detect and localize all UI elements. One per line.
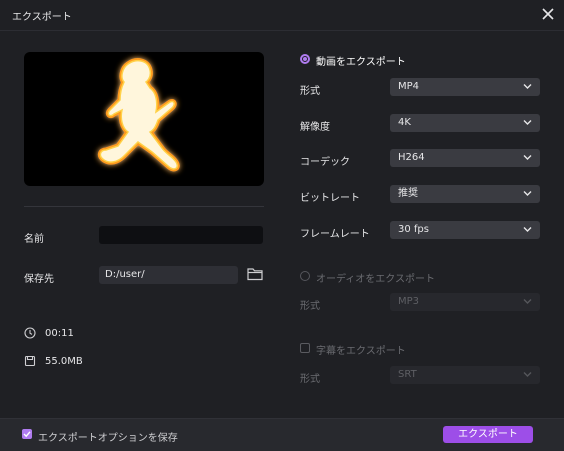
chevron-down-icon bbox=[523, 120, 532, 125]
name-label: 名前 bbox=[24, 234, 44, 245]
format-select[interactable]: MP4 bbox=[390, 78, 540, 96]
framerate-value: 30 fps bbox=[398, 224, 429, 235]
file-size-icon bbox=[24, 355, 36, 367]
close-icon[interactable] bbox=[540, 6, 556, 22]
bitrate-label: ビットレート bbox=[300, 193, 360, 204]
video-export-title[interactable]: 動画をエクスポート bbox=[316, 53, 406, 68]
audio-export-radio[interactable] bbox=[300, 271, 310, 281]
audio-export-title[interactable]: オーディオをエクスポート bbox=[316, 270, 435, 285]
preview-frame-image bbox=[97, 58, 180, 172]
format-label: 形式 bbox=[300, 86, 320, 97]
video-preview bbox=[24, 52, 264, 186]
codec-label: コーデック bbox=[300, 157, 350, 168]
subtitle-export-checkbox[interactable] bbox=[300, 343, 310, 353]
bitrate-value: 推奨 bbox=[398, 188, 418, 199]
codec-value: H264 bbox=[398, 152, 425, 163]
codec-select[interactable]: H264 bbox=[390, 149, 540, 167]
clock-icon bbox=[24, 327, 36, 339]
framerate-label: フレームレート bbox=[300, 229, 370, 240]
resolution-select[interactable]: 4K bbox=[390, 114, 540, 132]
resolution-label: 解像度 bbox=[300, 122, 330, 133]
subtitle-format-select[interactable]: SRT bbox=[390, 366, 540, 384]
chevron-down-icon bbox=[523, 299, 532, 304]
subtitle-format-value: SRT bbox=[398, 369, 417, 380]
chevron-down-icon bbox=[523, 155, 532, 160]
format-value: MP4 bbox=[398, 81, 420, 92]
subtitle-format-label: 形式 bbox=[300, 374, 320, 385]
window-title: エクスポート bbox=[12, 12, 72, 23]
bitrate-select[interactable]: 推奨 bbox=[390, 185, 540, 203]
save-options-checkbox[interactable] bbox=[22, 429, 32, 439]
save-location-label: 保存先 bbox=[24, 274, 54, 285]
resolution-value: 4K bbox=[398, 117, 411, 128]
audio-format-value: MP3 bbox=[398, 296, 420, 307]
audio-format-select[interactable]: MP3 bbox=[390, 293, 540, 311]
framerate-select[interactable]: 30 fps bbox=[390, 221, 540, 239]
check-icon bbox=[23, 431, 31, 438]
audio-format-label: 形式 bbox=[300, 301, 320, 312]
left-divider bbox=[24, 206, 264, 207]
file-size-text: 55.0MB bbox=[45, 356, 83, 367]
save-path-field[interactable]: D:/user/ bbox=[99, 266, 238, 284]
export-button[interactable]: エクスポート bbox=[443, 426, 533, 443]
save-options-label: エクスポートオプションを保存 bbox=[38, 433, 178, 444]
folder-icon[interactable] bbox=[247, 267, 263, 281]
chevron-down-icon bbox=[523, 191, 532, 196]
subtitle-export-title[interactable]: 字幕をエクスポート bbox=[316, 342, 406, 357]
chevron-down-icon bbox=[523, 372, 532, 377]
title-bar: エクスポート bbox=[0, 0, 564, 31]
chevron-down-icon bbox=[523, 84, 532, 89]
chevron-down-icon bbox=[523, 227, 532, 232]
duration-text: 00:11 bbox=[45, 328, 74, 339]
save-path-value: D:/user/ bbox=[105, 269, 145, 280]
name-input[interactable] bbox=[99, 226, 263, 244]
video-export-radio[interactable] bbox=[300, 54, 310, 64]
